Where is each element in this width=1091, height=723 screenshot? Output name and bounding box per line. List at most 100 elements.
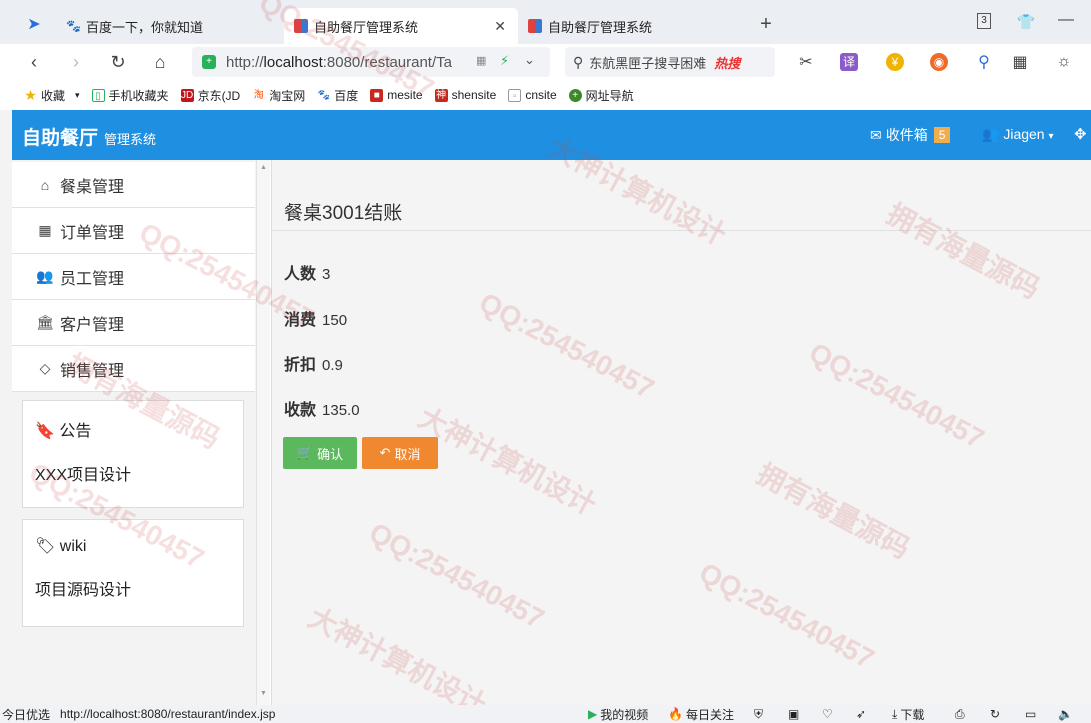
back-icon[interactable]: ‹ xyxy=(20,48,48,76)
sidebar-item-sales[interactable]: ◇ 销售管理 xyxy=(12,346,255,392)
users-icon: 👥 xyxy=(36,268,54,284)
field-label: 折扣 xyxy=(284,357,317,374)
envelope-icon: ✉ xyxy=(870,126,882,143)
refresh-icon[interactable]: ↻ xyxy=(990,707,1000,721)
bookmark-nav[interactable]: + 网址导航 xyxy=(568,87,634,104)
sidebar-item-staff[interactable]: 👥 员工管理 xyxy=(12,254,255,300)
status-left[interactable]: 今日优选 xyxy=(2,706,50,723)
tab-baidu[interactable]: 🐾 百度一下，你就知道 xyxy=(56,8,274,44)
shield-icon[interactable]: ⛨ xyxy=(754,707,763,722)
app-favicon-icon xyxy=(294,19,308,33)
home-icon: ⌂ xyxy=(40,176,50,193)
scroll-down-icon[interactable]: ▼ xyxy=(260,690,267,697)
bookmark-cnsite[interactable]: ▫ cnsite xyxy=(508,88,557,102)
heart-icon[interactable]: ♡ xyxy=(822,707,833,721)
inbox-button[interactable]: ✉ 收件箱 5 xyxy=(870,125,951,145)
reload-icon[interactable]: ↻ xyxy=(104,48,132,76)
sidebar-item-tables[interactable]: ⌂ 餐桌管理 xyxy=(12,162,255,208)
user-menu[interactable]: 👥 Jiagen ▾ xyxy=(982,126,1054,143)
bookmark-baidu[interactable]: 🐾 百度 xyxy=(317,87,359,104)
jd-icon: JD xyxy=(180,88,194,102)
brightness-icon[interactable]: ☼ xyxy=(1050,48,1078,76)
printer-icon[interactable]: ⎙ xyxy=(955,707,965,722)
app-brand[interactable]: 自助餐厅 管理系统 xyxy=(22,123,156,150)
window-icon[interactable]: ▭ xyxy=(1025,707,1036,721)
field-value: 0.9 xyxy=(322,357,343,374)
confirm-button[interactable]: 🛒 确认 xyxy=(283,437,357,469)
field-discount: 折扣 0.9 xyxy=(284,351,343,375)
navigation-bar: ‹ › ↻ ⌂ + http://localhost:8080/restaura… xyxy=(0,44,1091,80)
baidu-icon: 🐾 xyxy=(66,19,81,33)
sidebar-item-label: 订单管理 xyxy=(60,224,125,242)
table-icon: ▦ xyxy=(38,222,52,238)
bookmark-jd[interactable]: JD 京东(JD xyxy=(180,87,240,104)
user-name: Jiagen xyxy=(1003,126,1045,142)
url-prefix: http:// xyxy=(226,53,264,71)
tab-label: 自助餐厅管理系统 xyxy=(314,19,419,35)
chevron-down-icon[interactable]: ⌄ xyxy=(524,52,535,68)
sidebar-item-orders[interactable]: ▦ 订单管理 xyxy=(12,208,255,254)
star-icon: ★ xyxy=(24,86,37,103)
game-icon[interactable]: ◉ xyxy=(930,53,948,71)
tab-counter[interactable]: 3 xyxy=(977,13,991,29)
cancel-button[interactable]: ↶ 取消 xyxy=(362,437,438,469)
download-icon: ⤓ xyxy=(892,706,898,721)
close-tab-icon[interactable]: ✕ xyxy=(494,18,506,35)
bookmark-favorites[interactable]: ★ 收藏 ▾ xyxy=(24,86,79,104)
window-left-edge xyxy=(0,110,12,705)
scissors-icon[interactable]: ✂ xyxy=(792,48,820,76)
sidebar-scrollbar[interactable]: ▲ ▼ xyxy=(256,160,270,705)
daily-follow-button[interactable]: 🔥 每日关注 xyxy=(668,706,734,723)
url-rest: :8080/restaurant/Ta xyxy=(322,53,452,71)
phone-icon: ▯ xyxy=(91,88,105,102)
volume-icon[interactable]: 🔈 xyxy=(1058,707,1073,721)
bookmark-taobao[interactable]: 淘淘宝网 xyxy=(252,87,306,104)
page-title: 餐桌3001结账 xyxy=(284,203,403,224)
address-bar[interactable]: + http://localhost:8080/restaurant/Ta ▦ … xyxy=(192,47,550,77)
sidebar-item-customers[interactable]: 🏛 客户管理 xyxy=(12,300,255,346)
minimize-icon[interactable]: — xyxy=(1052,6,1080,34)
field-value: 3 xyxy=(322,266,331,283)
caret-down-icon: ▾ xyxy=(1048,131,1054,142)
field-value: 150 xyxy=(322,312,348,329)
coin-icon[interactable]: ¥ xyxy=(886,53,904,71)
skin-icon[interactable]: 👕 xyxy=(1012,8,1040,36)
bookmark-mobile[interactable]: ▯ 手机收藏夹 xyxy=(91,87,169,104)
search-box[interactable]: ⚲ 东航黑匣子搜寻困难 热搜 xyxy=(565,47,775,77)
image-icon[interactable]: ▣ xyxy=(788,707,799,721)
fullscreen-icon[interactable]: ✥ xyxy=(1074,125,1087,143)
hot-search-badge: 热搜 xyxy=(714,55,741,71)
sidebar-item-label: 客户管理 xyxy=(60,316,125,334)
inbox-count-badge: 5 xyxy=(933,127,951,143)
brand-subtitle: 管理系统 xyxy=(104,132,157,147)
translate-icon[interactable]: 译 xyxy=(840,53,858,71)
bookmark-mesite[interactable]: ■ mesite xyxy=(370,88,423,102)
home-icon[interactable]: ⌂ xyxy=(146,48,174,76)
apps-grid-icon[interactable]: ▦ xyxy=(1006,48,1034,76)
tag-icon: 🏷 xyxy=(35,538,56,555)
forward-icon[interactable]: › xyxy=(62,48,90,76)
browser-logo-icon[interactable]: ➤ xyxy=(20,10,48,38)
tab-restaurant[interactable]: 自助餐厅管理系统 xyxy=(518,8,736,44)
download-button[interactable]: ⤓ 下载 xyxy=(892,706,924,723)
lightning-icon[interactable]: ⚡ xyxy=(500,53,509,69)
scroll-up-icon[interactable]: ▲ xyxy=(260,164,267,171)
cart-icon: 🛒 xyxy=(296,445,314,460)
bookmark-shensite[interactable]: 神 shensite xyxy=(434,88,496,102)
tab-bar: ➤ 🐾 百度一下，你就知道 自助餐厅管理系统 ✕ 自助餐厅管理系统 + 3 👕 … xyxy=(0,0,1091,44)
wiki-body: 项目源码设计 xyxy=(35,582,132,599)
new-tab-icon[interactable]: + xyxy=(752,10,780,38)
wiki-header: 🏷 wiki xyxy=(35,538,87,555)
navigation-icon: + xyxy=(568,88,582,102)
sidebar-menu: ⌂ 餐桌管理 ▦ 订单管理 👥 员工管理 🏛 客户管理 ◇ 销售管理 xyxy=(12,162,255,392)
magnifier-icon[interactable]: ⚲ xyxy=(970,48,998,76)
wiki-panel: 🏷 wiki 项目源码设计 xyxy=(22,519,244,627)
bookmark-icon: 🔖 xyxy=(35,423,55,440)
rocket-icon[interactable]: ➶ xyxy=(856,707,866,721)
taobao-icon: 淘 xyxy=(253,89,264,101)
field-label: 消费 xyxy=(284,312,317,329)
tab-restaurant-active[interactable]: 自助餐厅管理系统 ✕ xyxy=(284,8,518,44)
my-video-button[interactable]: ▶ 我的视频 xyxy=(588,706,648,723)
notice-header: 🔖 公告 xyxy=(35,423,92,440)
qr-code-icon[interactable]: ▦ xyxy=(476,54,486,67)
